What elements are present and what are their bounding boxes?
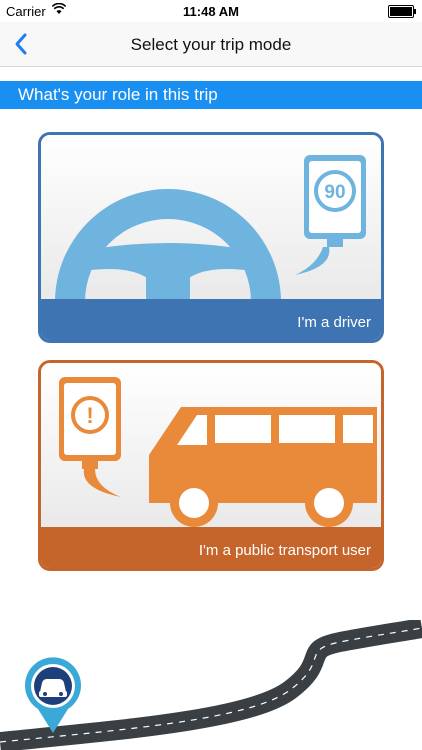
clock: 11:48 AM — [183, 4, 239, 19]
speed-value: 90 — [324, 182, 345, 203]
car-location-pin-icon[interactable] — [22, 655, 84, 735]
battery-icon — [388, 5, 416, 18]
driver-option-bar: I'm a driver — [41, 299, 381, 340]
van-illustration: ! — [41, 363, 381, 530]
status-bar: Carrier 11:48 AM — [0, 0, 422, 22]
phone-alert-icon: ! — [59, 377, 121, 497]
van-icon — [149, 407, 377, 527]
section-header: What's your role in this trip — [0, 81, 422, 109]
navigation-bar: Select your trip mode — [0, 22, 422, 67]
transport-option-bar: I'm a public transport user — [41, 527, 381, 568]
steering-wheel-illustration: 90 — [41, 135, 381, 302]
phone-speed-icon: 90 — [295, 155, 366, 275]
driver-option-card[interactable]: 90 I'm a driver — [38, 132, 384, 343]
steering-wheel-icon — [55, 189, 281, 302]
alert-symbol: ! — [86, 403, 93, 428]
page-title: Select your trip mode — [130, 35, 292, 54]
driver-option-label: I'm a driver — [297, 314, 371, 331]
transport-option-card[interactable]: ! I'm a public transport user — [38, 360, 384, 571]
transport-option-label: I'm a public transport user — [198, 542, 371, 559]
